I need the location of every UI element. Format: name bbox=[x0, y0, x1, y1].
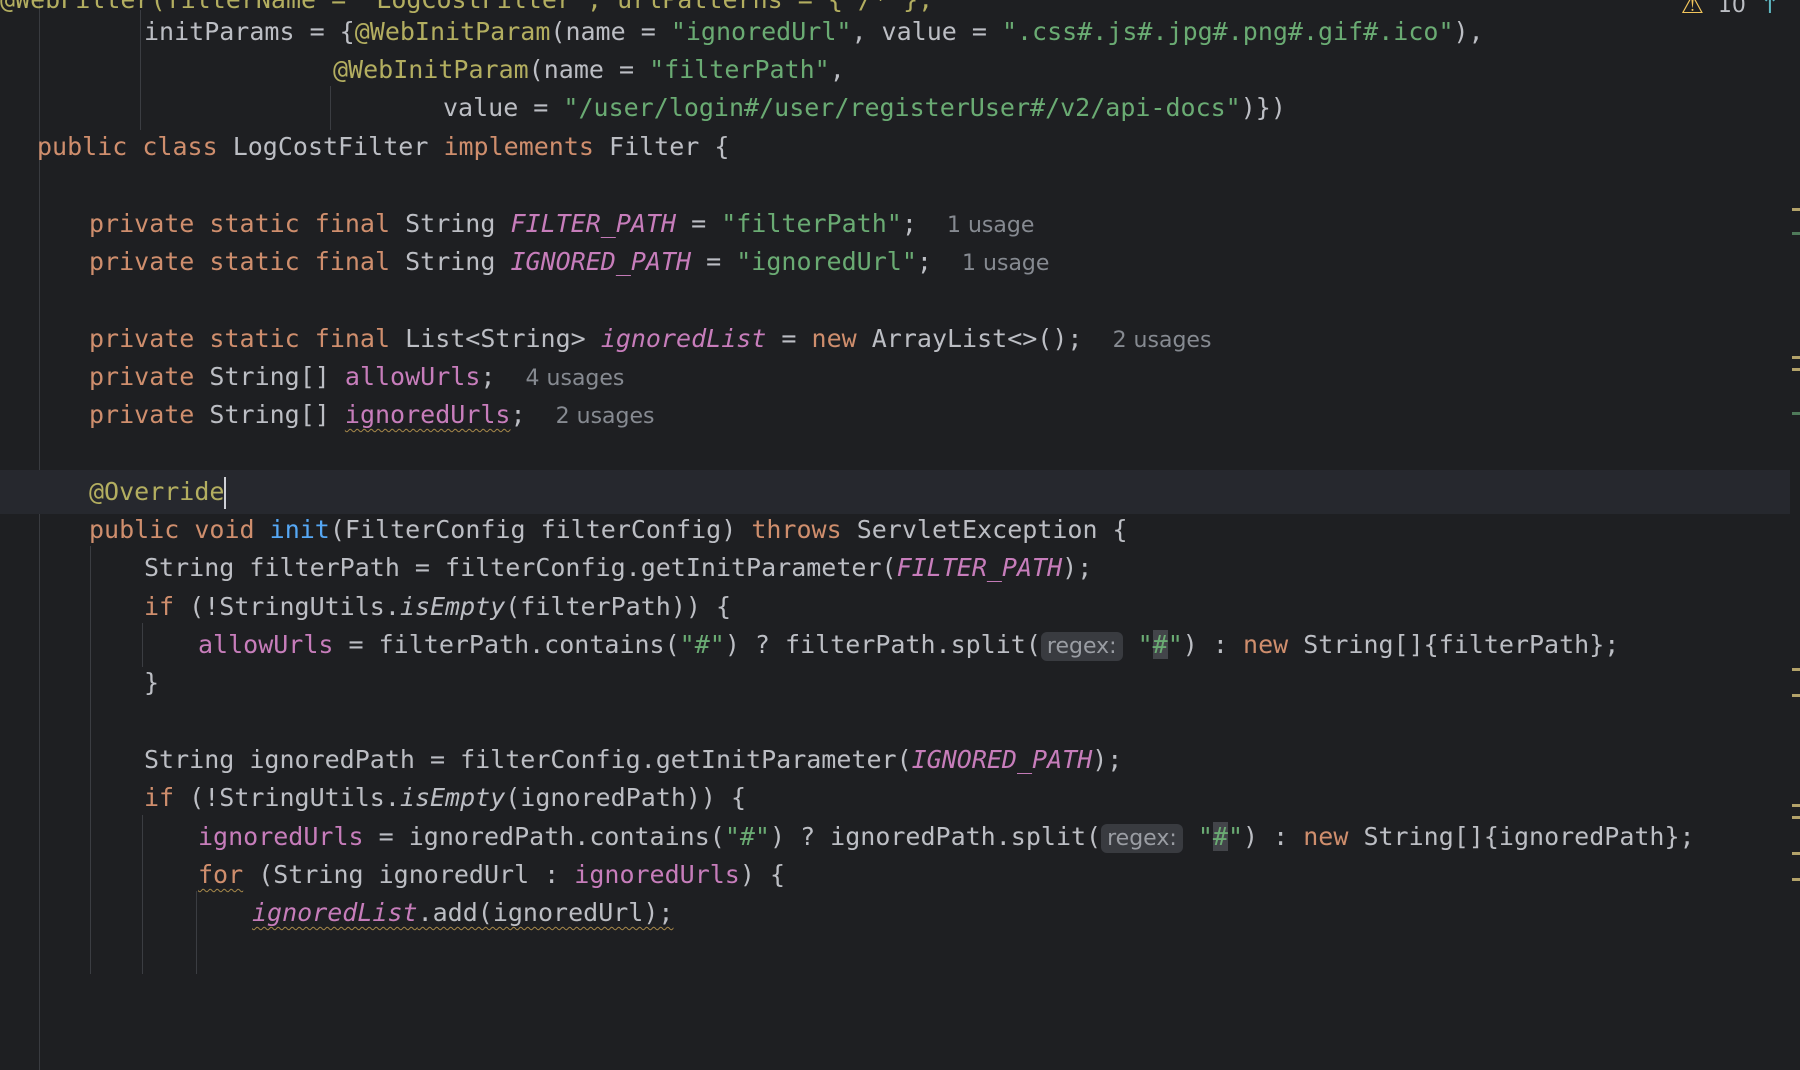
stripe-mark[interactable] bbox=[1792, 356, 1800, 359]
stripe-mark[interactable] bbox=[1792, 804, 1800, 807]
code-line-25[interactable] bbox=[0, 930, 1790, 974]
indent-guide bbox=[142, 930, 143, 974]
code-line-11[interactable]: private String[] ignoredUrls; 2 usages bbox=[0, 393, 1790, 437]
stripe-mark[interactable] bbox=[1792, 816, 1800, 819]
indent-guide bbox=[140, 86, 141, 130]
parameter-hint-regex: regex: bbox=[1040, 632, 1123, 661]
indent-guide bbox=[90, 891, 91, 935]
error-stripe[interactable] bbox=[1788, 0, 1800, 1070]
usage-hint[interactable]: 1 usage bbox=[947, 213, 1034, 238]
stripe-mark[interactable] bbox=[1792, 878, 1800, 881]
code-line-15[interactable]: String filterPath = filterConfig.getInit… bbox=[0, 546, 1790, 590]
usage-hint[interactable]: 2 usages bbox=[556, 404, 655, 429]
code-line-3[interactable]: value = "/user/login#/user/registerUser#… bbox=[0, 86, 1790, 130]
text-caret bbox=[224, 477, 227, 509]
code-line-21[interactable]: if (!StringUtils.isEmpty(ignoredPath)) { bbox=[0, 776, 1790, 820]
code-line-4[interactable]: public class LogCostFilter implements Fi… bbox=[0, 125, 1790, 169]
parameter-hint-regex: regex: bbox=[1101, 824, 1183, 853]
indent-guide bbox=[90, 546, 91, 590]
stripe-mark[interactable] bbox=[1792, 668, 1800, 671]
stripe-mark[interactable] bbox=[1792, 232, 1800, 235]
stripe-mark[interactable] bbox=[1792, 694, 1800, 697]
indent-guide bbox=[196, 930, 197, 974]
inspection-widget[interactable]: ⚠ 10 ↑ bbox=[1681, 0, 1780, 20]
stripe-mark[interactable] bbox=[1792, 208, 1800, 211]
code-line-7[interactable]: private static final String IGNORED_PATH… bbox=[0, 240, 1790, 284]
indent-guide bbox=[142, 891, 143, 935]
usage-hint[interactable]: 4 usages bbox=[526, 366, 625, 391]
indent-guide bbox=[196, 891, 197, 935]
code-editor[interactable]: @WebFilter(filterName = "LogCostFilter",… bbox=[0, 0, 1800, 1070]
indent-guide bbox=[90, 776, 91, 820]
warning-triangle-icon: ⚠ bbox=[1680, 0, 1704, 20]
indent-guide bbox=[330, 86, 331, 130]
warning-count: 10 bbox=[1717, 0, 1746, 18]
usage-hint[interactable]: 2 usages bbox=[1113, 328, 1212, 353]
code-line-18[interactable]: } bbox=[0, 661, 1790, 705]
code-line-24[interactable]: ignoredList.add(ignoredUrl); bbox=[0, 891, 1790, 935]
arrow-up-icon[interactable]: ↑ bbox=[1760, 0, 1780, 19]
indent-guide bbox=[90, 930, 91, 974]
indent-guide bbox=[90, 661, 91, 705]
usage-hint[interactable]: 1 usage bbox=[962, 251, 1049, 276]
stripe-mark[interactable] bbox=[1792, 412, 1800, 415]
stripe-mark[interactable] bbox=[1792, 368, 1800, 371]
stripe-mark[interactable] bbox=[1792, 852, 1800, 855]
